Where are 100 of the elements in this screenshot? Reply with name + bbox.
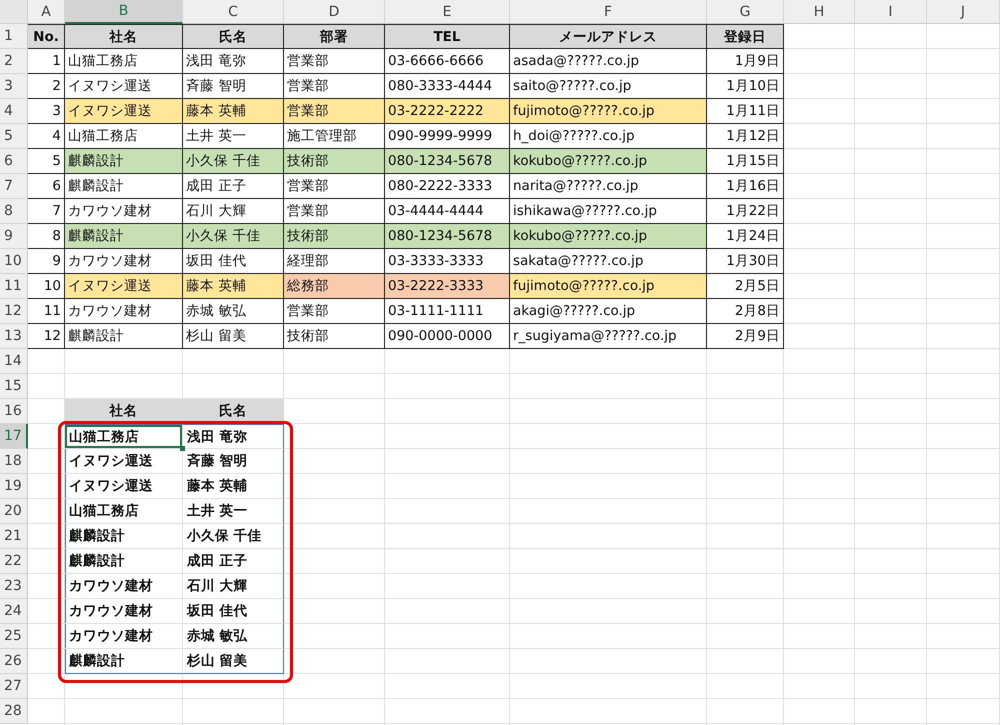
table-cell: 090-0000-0000 <box>385 324 510 349</box>
table-cell: 7 <box>28 199 65 224</box>
table-cell: 080-1234-5678 <box>385 224 510 249</box>
table-cell: 9 <box>28 249 65 274</box>
table-cell[interactable]: 杉山 留美 <box>183 649 284 674</box>
table-cell[interactable]: 斉藤 智明 <box>183 449 284 474</box>
header-cell: 部署 <box>284 24 385 49</box>
row-header[interactable]: 24 <box>0 599 28 624</box>
row-header[interactable]: 25 <box>0 624 28 649</box>
row-header[interactable]: 1 <box>0 24 28 49</box>
table-cell[interactable]: 土井 英一 <box>183 499 284 524</box>
table-cell[interactable]: 小久保 千佳 <box>183 524 284 549</box>
table-cell: 1月12日 <box>707 124 784 149</box>
table-cell[interactable]: 赤城 敏弘 <box>183 624 284 649</box>
row-header[interactable]: 23 <box>0 574 28 599</box>
row-header[interactable]: 26 <box>0 649 28 674</box>
row-header[interactable]: 22 <box>0 549 28 574</box>
row-header[interactable]: 4 <box>0 99 28 124</box>
table-cell[interactable]: 麒麟設計 <box>65 549 183 574</box>
table-cell: カワウソ建材 <box>65 299 183 324</box>
row-header[interactable]: 16 <box>0 399 28 424</box>
table-cell: 1月11日 <box>707 99 784 124</box>
row-header[interactable]: 13 <box>0 324 28 349</box>
column-header[interactable]: D <box>284 0 385 24</box>
column-header[interactable]: F <box>510 0 707 24</box>
table-cell: 山猫工務店 <box>65 49 183 74</box>
table-cell: 2月9日 <box>707 324 784 349</box>
table-cell[interactable]: カワウソ建材 <box>65 599 183 624</box>
table-cell: 営業部 <box>284 99 385 124</box>
table-cell: fujimoto@?????.co.jp <box>510 99 707 124</box>
column-header[interactable]: J <box>927 0 1000 24</box>
table-cell[interactable]: 藤本 英輔 <box>183 474 284 499</box>
column-header[interactable]: G <box>707 0 784 24</box>
row-header[interactable]: 7 <box>0 174 28 199</box>
column-header[interactable]: B <box>65 0 183 24</box>
table-cell: narita@?????.co.jp <box>510 174 707 199</box>
table-cell[interactable]: 坂田 佳代 <box>183 599 284 624</box>
table-cell: 藤本 英輔 <box>183 274 284 299</box>
table-cell: イヌワシ運送 <box>65 274 183 299</box>
table-cell: 1月10日 <box>707 74 784 99</box>
table-cell[interactable]: 麒麟設計 <box>65 524 183 549</box>
row-header[interactable]: 6 <box>0 149 28 174</box>
table-cell[interactable]: カワウソ建材 <box>65 624 183 649</box>
table-cell: 藤本 英輔 <box>183 99 284 124</box>
table-cell: akagi@?????.co.jp <box>510 299 707 324</box>
table-cell[interactable]: カワウソ建材 <box>65 574 183 599</box>
row-header[interactable]: 12 <box>0 299 28 324</box>
row-header[interactable]: 9 <box>0 224 28 249</box>
table-cell: kokubo@?????.co.jp <box>510 149 707 174</box>
row-header[interactable]: 21 <box>0 524 28 549</box>
select-all-corner[interactable] <box>0 0 28 24</box>
table-cell[interactable]: イヌワシ運送 <box>65 474 183 499</box>
table-cell: r_sugiyama@?????.co.jp <box>510 324 707 349</box>
table-cell[interactable]: イヌワシ運送 <box>65 449 183 474</box>
column-header[interactable]: H <box>784 0 855 24</box>
column-header[interactable]: C <box>183 0 284 24</box>
row-header[interactable]: 14 <box>0 349 28 374</box>
table-cell: asada@?????.co.jp <box>510 49 707 74</box>
table-cell: 03-6666-6666 <box>385 49 510 74</box>
row-header[interactable]: 28 <box>0 699 28 724</box>
table-cell: 総務部 <box>284 274 385 299</box>
table-cell: 03-2222-3333 <box>385 274 510 299</box>
table-cell[interactable]: 麒麟設計 <box>65 649 183 674</box>
row-header[interactable]: 18 <box>0 449 28 474</box>
table-cell: 2月8日 <box>707 299 784 324</box>
table-cell[interactable]: 浅田 竜弥 <box>183 424 284 449</box>
column-header[interactable]: I <box>855 0 927 24</box>
column-header[interactable]: E <box>385 0 510 24</box>
table-cell: 営業部 <box>284 174 385 199</box>
table-cell: 麒麟設計 <box>65 149 183 174</box>
table-cell[interactable]: 山猫工務店 <box>65 499 183 524</box>
row-header[interactable]: 19 <box>0 474 28 499</box>
table-cell: 1月9日 <box>707 49 784 74</box>
row-header[interactable]: 11 <box>0 274 28 299</box>
table-cell: 1月24日 <box>707 224 784 249</box>
row-header[interactable]: 8 <box>0 199 28 224</box>
table-cell: kokubo@?????.co.jp <box>510 224 707 249</box>
table-cell[interactable]: 成田 正子 <box>183 549 284 574</box>
row-header[interactable]: 15 <box>0 374 28 399</box>
row-header[interactable]: 27 <box>0 674 28 699</box>
column-header[interactable]: A <box>28 0 65 24</box>
row-header[interactable]: 17 <box>0 424 28 449</box>
table-cell: 小久保 千佳 <box>183 149 284 174</box>
table-cell: 1 <box>28 49 65 74</box>
table-cell[interactable]: 山猫工務店 <box>65 424 183 449</box>
table-cell: 1月22日 <box>707 199 784 224</box>
header-cell: TEL <box>385 24 510 49</box>
table-cell[interactable]: 石川 大輝 <box>183 574 284 599</box>
row-header[interactable]: 3 <box>0 74 28 99</box>
table-cell: 03-1111-1111 <box>385 299 510 324</box>
table-cell: 2 <box>28 74 65 99</box>
header-cell: メールアドレス <box>510 24 707 49</box>
table-cell: 麒麟設計 <box>65 324 183 349</box>
table-cell: 技術部 <box>284 224 385 249</box>
row-header[interactable]: 5 <box>0 124 28 149</box>
row-header[interactable]: 2 <box>0 49 28 74</box>
row-header[interactable]: 20 <box>0 499 28 524</box>
table-cell: 6 <box>28 174 65 199</box>
row-header[interactable]: 10 <box>0 249 28 274</box>
table-cell: fujimoto@?????.co.jp <box>510 274 707 299</box>
